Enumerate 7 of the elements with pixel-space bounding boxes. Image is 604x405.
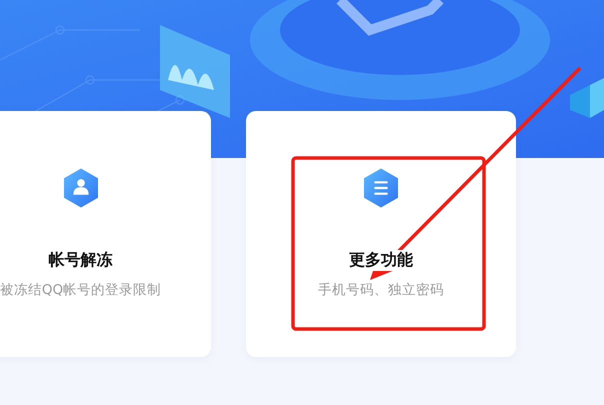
- card-title: 更多功能: [349, 250, 413, 271]
- card-description: 被冻结QQ帐号的登录限制: [0, 281, 162, 299]
- card-description: 手机号码、独立密码: [318, 281, 444, 299]
- card-background[interactable]: 更多功能 手机号码、独立密码: [246, 111, 516, 357]
- user-icon: [64, 168, 98, 208]
- card-background[interactable]: 帐号解冻 被冻结QQ帐号的登录限制: [0, 111, 211, 357]
- menu-icon: [364, 168, 398, 208]
